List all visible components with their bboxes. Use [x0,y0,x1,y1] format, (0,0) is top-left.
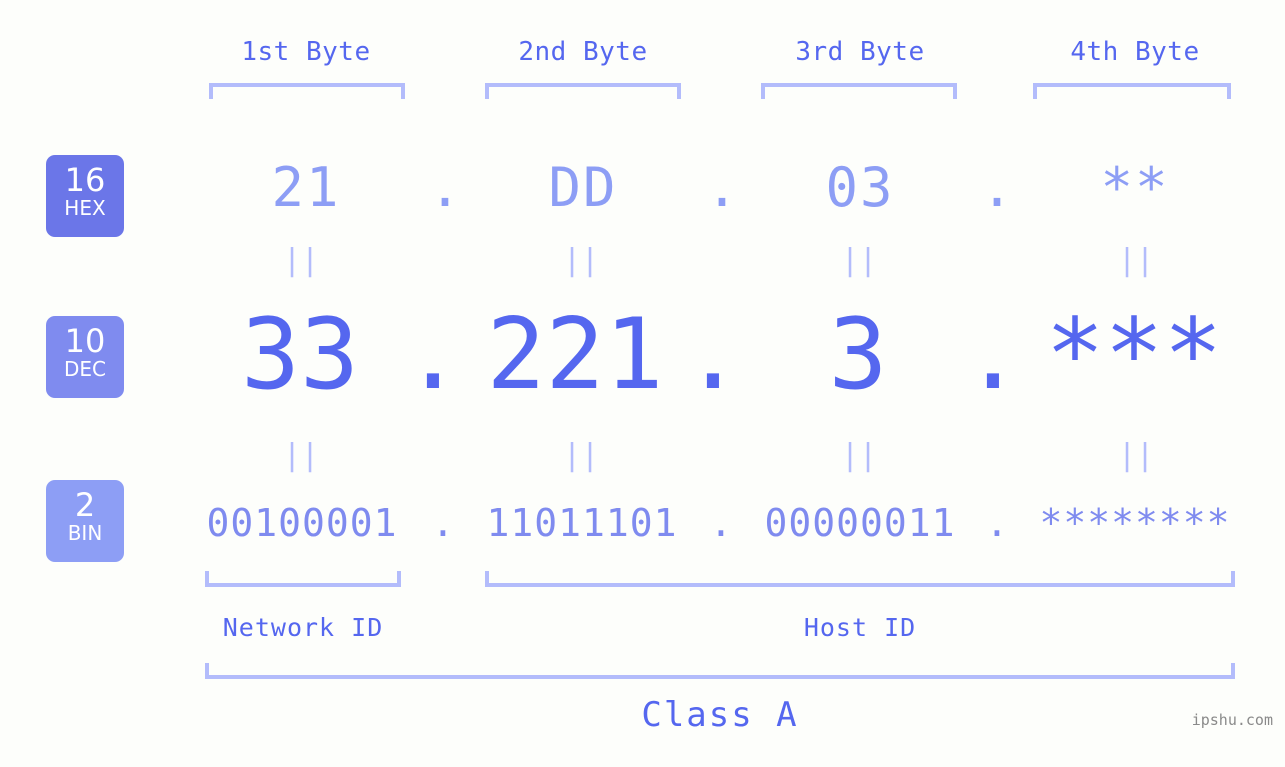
equals-separator-hex-dec-3: || [840,243,878,278]
byte-header-label-4: 4th Byte [1070,37,1200,67]
dec-separator-1: . [403,298,463,412]
class-label: Class A [641,695,799,735]
hex-separator-3: . [980,156,1014,219]
byte-bracket-top-4 [1033,83,1231,99]
hex-octet-3: 03 [825,156,895,219]
hex-separator-1: . [428,156,462,219]
bin-octet-3: 00000011 [764,501,956,545]
byte-bracket-top-3 [761,83,957,99]
bin-octet-1: 00100001 [206,501,398,545]
bin-separator-3: . [985,501,1009,545]
network-id-label: Network ID [222,613,384,642]
dec-octet-4: *** [1045,298,1223,412]
hex-octet-2: DD [548,156,618,219]
host-id-bracket [485,571,1235,587]
bin-octet-4: ******** [1039,501,1231,545]
byte-header-label-2: 2nd Byte [518,37,648,67]
equals-separator-hex-dec-2: || [562,243,600,278]
bin-value-row: 00100001 . 11011101 . 00000011 . *******… [0,490,1285,556]
equals-separator-dec-bin-1: || [282,438,320,473]
network-id-bracket [205,571,401,587]
host-id-label: Host ID [803,613,917,642]
bin-octet-2: 11011101 [486,501,678,545]
ip-byte-breakdown-diagram: 1st Byte 2nd Byte 3rd Byte 4th Byte 16 H… [0,0,1285,767]
dec-separator-2: . [683,298,743,412]
equals-separator-dec-bin-2: || [562,438,600,473]
hex-value-row: 21 . DD . 03 . ** [0,148,1285,228]
hex-octet-4: ** [1100,156,1170,219]
equals-separator-hex-dec-4: || [1117,243,1155,278]
watermark: ipshu.com [1191,711,1273,729]
hex-separator-2: . [705,156,739,219]
equals-separator-hex-dec-1: || [282,243,320,278]
dec-octet-1: 33 [240,298,359,412]
hex-octet-1: 21 [271,156,341,219]
class-bracket [205,663,1235,679]
byte-bracket-top-1 [209,83,405,99]
byte-header-label-1: 1st Byte [241,37,371,67]
dec-octet-2: 221 [486,298,664,412]
dec-value-row: 33 . 221 . 3 . *** [0,295,1285,415]
byte-bracket-top-2 [485,83,681,99]
bin-separator-1: . [431,501,455,545]
equals-separator-dec-bin-3: || [840,438,878,473]
bin-separator-2: . [709,501,733,545]
equals-separator-dec-bin-4: || [1117,438,1155,473]
dec-octet-3: 3 [828,298,888,412]
dec-separator-3: . [963,298,1023,412]
byte-header-label-3: 3rd Byte [795,37,925,67]
